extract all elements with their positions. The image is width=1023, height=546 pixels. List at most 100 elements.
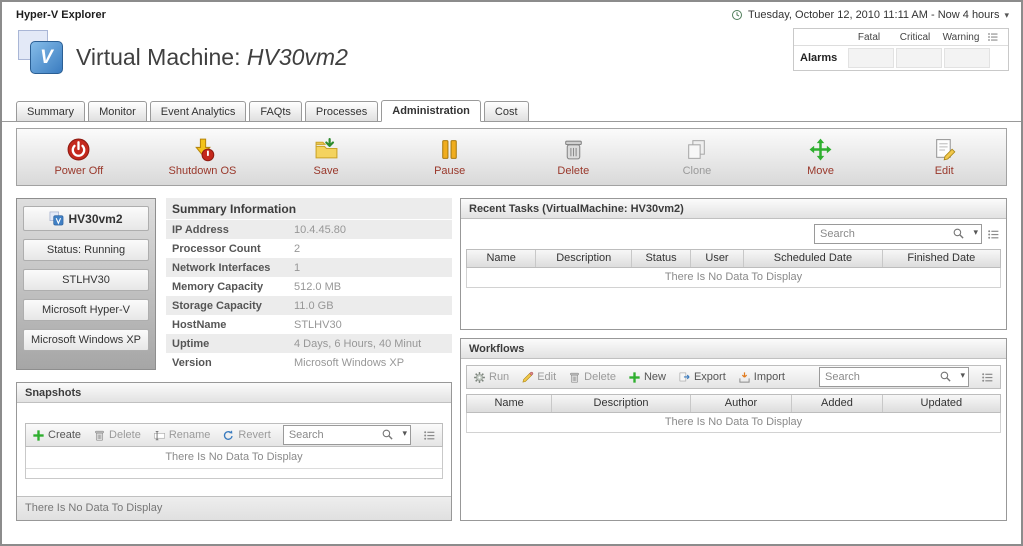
snapshots-title: Snapshots xyxy=(17,383,451,403)
vm-card-name: HV30vm2 xyxy=(23,206,149,231)
action-label: Edit xyxy=(935,165,954,177)
tab-summary[interactable]: Summary xyxy=(16,101,85,122)
empty-data-message: There Is No Data To Display xyxy=(466,413,1001,433)
search-options-caret[interactable]: ▾ xyxy=(402,428,407,439)
search-icon[interactable] xyxy=(939,370,952,383)
time-range-selector[interactable]: Tuesday, October 12, 2010 11:11 AM - Now… xyxy=(731,9,1009,21)
run-workflow-button[interactable]: Run xyxy=(473,371,509,384)
empty-data-message: There Is No Data To Display xyxy=(26,447,442,469)
workflows-search-box: ▾ xyxy=(819,367,969,387)
search-options-caret[interactable]: ▾ xyxy=(960,370,965,381)
tab-monitor[interactable]: Monitor xyxy=(88,101,147,122)
shutdown-os-button[interactable]: Shutdown OS xyxy=(141,137,265,177)
create-snapshot-button[interactable]: Create xyxy=(32,429,81,442)
mini-action-label: Edit xyxy=(537,371,556,383)
snapshots-panel: Snapshots Create Delete Rena xyxy=(16,382,452,521)
new-workflow-button[interactable]: New xyxy=(628,371,666,384)
column-header-scheduled-date[interactable]: Scheduled Date xyxy=(744,250,883,267)
search-icon[interactable] xyxy=(381,428,394,441)
summary-row-value: 4 Days, 6 Hours, 40 Minut xyxy=(294,338,421,350)
vm-host-label[interactable]: STLHV30 xyxy=(23,269,149,291)
shutdown-os-icon xyxy=(190,137,215,162)
tab-cost[interactable]: Cost xyxy=(484,101,529,122)
alarms-row-label: Alarms xyxy=(796,48,846,68)
save-button[interactable]: Save xyxy=(264,137,388,177)
move-button[interactable]: Move xyxy=(759,137,883,177)
summary-row-value: 10.4.45.80 xyxy=(294,224,346,236)
alarm-count-warning[interactable] xyxy=(944,48,990,68)
clone-button[interactable]: Clone xyxy=(635,137,759,177)
workflows-toolbar: Run Edit Delete New xyxy=(466,365,1001,389)
delete-button[interactable]: Delete xyxy=(512,137,636,177)
tab-event-analytics[interactable]: Event Analytics xyxy=(150,101,247,122)
column-header-author[interactable]: Author xyxy=(691,395,792,412)
edit-workflow-button[interactable]: Edit xyxy=(521,371,556,384)
table-customizer-icon[interactable] xyxy=(981,371,994,384)
recent-tasks-search-row: ▾ xyxy=(461,219,1006,249)
summary-row-value: STLHV30 xyxy=(294,319,342,331)
tab-processes[interactable]: Processes xyxy=(305,101,378,122)
summary-row-label: HostName xyxy=(166,319,294,331)
import-workflow-button[interactable]: Import xyxy=(738,371,785,384)
summary-row-label: Version xyxy=(166,357,294,369)
column-header-name[interactable]: Name xyxy=(467,395,552,412)
snapshots-footer-message: There Is No Data To Display xyxy=(17,496,451,520)
alarm-count-fatal[interactable] xyxy=(848,48,894,68)
alarms-col-critical: Critical xyxy=(892,32,938,43)
summary-row: IP Address 10.4.45.80 xyxy=(166,220,452,239)
column-header-name[interactable]: Name xyxy=(467,250,536,267)
action-label: Move xyxy=(807,165,834,177)
virtual-machine-icon: V xyxy=(18,30,66,76)
summary-row: HostName STLHV30 xyxy=(166,315,452,334)
column-header-description[interactable]: Description xyxy=(552,395,691,412)
summary-row-label: Uptime xyxy=(166,338,294,350)
mini-action-label: Create xyxy=(48,429,81,441)
edit-button[interactable]: Edit xyxy=(882,137,1006,177)
delete-workflow-button[interactable]: Delete xyxy=(568,371,616,384)
recent-tasks-panel: Recent Tasks (VirtualMachine: HV30vm2) ▾… xyxy=(460,198,1007,330)
table-customizer-icon[interactable] xyxy=(987,228,1000,241)
delete-icon xyxy=(561,137,586,162)
vm-os-label: Microsoft Windows XP xyxy=(23,329,149,351)
rename-snapshot-button[interactable]: Rename xyxy=(153,429,211,442)
alarms-col-warning: Warning xyxy=(938,32,984,43)
page-header: V Virtual Machine: HV30vm2 Fatal Critica… xyxy=(2,28,1021,94)
action-label: Delete xyxy=(557,165,589,177)
summary-information-rows: IP Address 10.4.45.80 Processor Count 2 … xyxy=(166,220,452,372)
search-icon[interactable] xyxy=(952,227,965,240)
table-customizer-icon[interactable] xyxy=(423,429,436,442)
clock-icon xyxy=(731,9,743,21)
column-header-description[interactable]: Description xyxy=(536,250,632,267)
recent-tasks-table: Name Description Status User Scheduled D… xyxy=(466,249,1001,288)
column-header-updated[interactable]: Updated xyxy=(883,395,1000,412)
summary-row-value: Microsoft Windows XP xyxy=(294,357,404,369)
administration-toolbar: Power Off Shutdown OS Save Pause Delete … xyxy=(16,128,1007,186)
mini-action-label: Run xyxy=(489,371,509,383)
alarms-row: Alarms xyxy=(794,46,1008,70)
alarm-count-critical[interactable] xyxy=(896,48,942,68)
summary-row-label: Network Interfaces xyxy=(166,262,294,274)
right-column: Recent Tasks (VirtualMachine: HV30vm2) ▾… xyxy=(460,198,1007,521)
column-header-finished-date[interactable]: Finished Date xyxy=(883,250,1000,267)
power-off-icon xyxy=(66,137,91,162)
revert-snapshot-button[interactable]: Revert xyxy=(222,429,270,442)
column-header-added[interactable]: Added xyxy=(792,395,883,412)
summary-row: Version Microsoft Windows XP xyxy=(166,353,452,372)
delete-snapshot-button[interactable]: Delete xyxy=(93,429,141,442)
alarms-customizer-icon[interactable] xyxy=(987,31,999,43)
summary-row: Uptime 4 Days, 6 Hours, 40 Minut xyxy=(166,334,452,353)
search-options-caret[interactable]: ▾ xyxy=(973,227,978,238)
column-header-user[interactable]: User xyxy=(691,250,744,267)
alarms-summary-table: Fatal Critical Warning Alarms xyxy=(793,28,1009,71)
export-workflow-button[interactable]: Export xyxy=(678,371,726,384)
empty-data-message: There Is No Data To Display xyxy=(466,268,1001,288)
power-off-button[interactable]: Power Off xyxy=(17,137,141,177)
pause-button[interactable]: Pause xyxy=(388,137,512,177)
mini-action-label: New xyxy=(644,371,666,383)
tab-faqts[interactable]: FAQts xyxy=(249,101,302,122)
tab-administration[interactable]: Administration xyxy=(381,100,481,122)
column-header-status[interactable]: Status xyxy=(632,250,691,267)
summary-row-label: Memory Capacity xyxy=(166,281,294,293)
workflows-title: Workflows xyxy=(461,339,1006,359)
snapshots-toolbar: Create Delete Rename Revert xyxy=(25,423,443,447)
